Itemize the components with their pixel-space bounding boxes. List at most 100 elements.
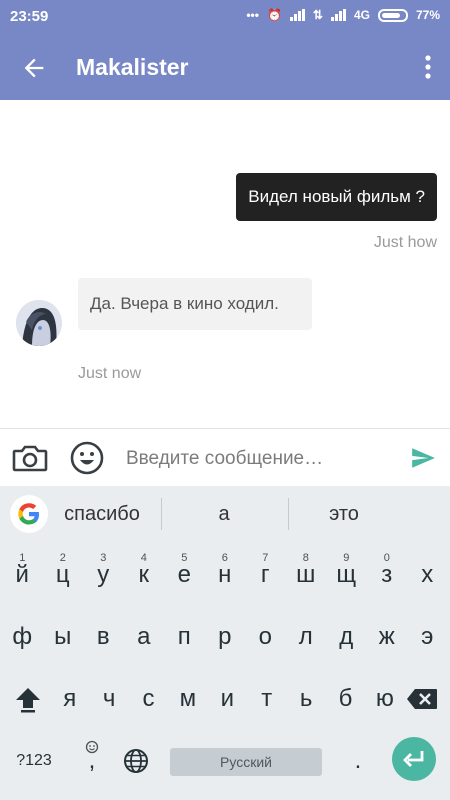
enter-icon <box>403 751 424 767</box>
key[interactable]: т <box>247 672 286 726</box>
key[interactable]: х <box>407 548 448 602</box>
key[interactable]: м <box>168 672 207 726</box>
key[interactable]: ы <box>43 610 84 664</box>
key-hint: 1 <box>19 552 26 564</box>
key[interactable]: в <box>83 610 124 664</box>
key[interactable]: и <box>208 672 247 726</box>
key[interactable]: й1 <box>2 548 43 602</box>
key[interactable]: у3 <box>83 548 124 602</box>
key-hint: 4 <box>140 552 147 564</box>
key-label: ш <box>296 561 316 588</box>
key-hint: 7 <box>262 552 269 564</box>
key-label: д <box>339 623 354 650</box>
key[interactable]: б <box>326 672 365 726</box>
key-hint: 8 <box>302 552 309 564</box>
key-label: ц <box>55 561 70 588</box>
key[interactable]: н6 <box>205 548 246 602</box>
key[interactable]: е5 <box>164 548 205 602</box>
suggestion-2[interactable]: а <box>164 503 284 526</box>
key-label: н <box>218 561 232 588</box>
camera-icon[interactable] <box>12 443 48 473</box>
key-label: л <box>298 623 313 650</box>
key[interactable]: а <box>124 610 165 664</box>
key-label: ю <box>375 685 394 712</box>
status-icons: ••• ⏰ ⇅ 4G 77% <box>246 8 440 22</box>
avatar[interactable] <box>16 300 62 346</box>
key[interactable]: д <box>326 610 367 664</box>
key[interactable]: ц2 <box>43 548 84 602</box>
shift-key[interactable] <box>6 672 50 726</box>
google-logo <box>18 503 39 525</box>
outgoing-message-bubble[interactable]: Видел новый фильм ? <box>236 173 437 221</box>
symbols-key[interactable]: ?123 <box>6 734 62 788</box>
suggestion-1[interactable]: спасибо <box>42 503 162 526</box>
backspace-key[interactable] <box>400 672 444 726</box>
key-label: я <box>63 685 77 712</box>
data-arrows-icon: ⇅ <box>312 8 323 22</box>
arrow-left-icon[interactable] <box>20 54 48 82</box>
key[interactable]: щ9 <box>326 548 367 602</box>
key-label: ф <box>12 623 33 650</box>
incoming-message-bubble[interactable]: Да. Вчера в кино ходил. <box>78 278 312 330</box>
message-input[interactable] <box>126 447 386 471</box>
period-key[interactable]: . <box>340 734 376 788</box>
key[interactable]: ь <box>286 672 325 726</box>
key-row-3: ячсмитьбю <box>0 672 450 726</box>
key-row-1: й1ц2у3к4е5н6г7ш8щ9з0х <box>0 548 450 602</box>
more-vert-icon[interactable] <box>420 54 436 80</box>
key[interactable]: р <box>205 610 246 664</box>
key[interactable]: п <box>164 610 205 664</box>
key[interactable]: я <box>50 672 89 726</box>
key-label: з <box>381 561 393 588</box>
key[interactable]: о <box>245 610 286 664</box>
key-label: т <box>261 685 273 712</box>
message-list[interactable]: Видел новый фильм ? Just how Да. Вчера в… <box>0 100 450 428</box>
key-label: о <box>258 623 272 650</box>
key[interactable]: ю <box>365 672 404 726</box>
key[interactable]: э <box>407 610 448 664</box>
key-label: к <box>138 561 150 588</box>
suggestion-3[interactable]: это <box>284 503 404 526</box>
key-label: р <box>218 623 232 650</box>
incoming-message-time: Just now <box>78 365 142 382</box>
signal-icon-2 <box>330 9 346 21</box>
status-time: 23:59 <box>10 8 49 25</box>
key[interactable]: с <box>129 672 168 726</box>
language-key[interactable] <box>118 734 154 788</box>
key[interactable]: ч <box>89 672 128 726</box>
key-hint: 5 <box>181 552 188 564</box>
key-label: б <box>338 685 353 712</box>
key[interactable]: л <box>286 610 327 664</box>
outgoing-message-time: Just how <box>373 234 437 251</box>
emoji-small-icon <box>85 740 99 754</box>
avatar-image <box>16 300 62 346</box>
key-hint: 3 <box>100 552 107 564</box>
key[interactable]: к4 <box>124 548 165 602</box>
key-label: э <box>421 623 434 650</box>
key[interactable]: ж <box>367 610 408 664</box>
comma-key[interactable]: , <box>70 734 114 788</box>
enter-key[interactable] <box>392 737 436 781</box>
shift-icon <box>16 688 40 713</box>
chat-title: Makalister <box>76 54 189 80</box>
key[interactable]: ш8 <box>286 548 327 602</box>
key[interactable]: ф <box>2 610 43 664</box>
space-key[interactable]: Русский <box>170 748 322 776</box>
emoji-icon[interactable] <box>70 441 104 475</box>
alarm-off-icon: ⏰ <box>266 8 282 22</box>
battery-icon <box>377 8 408 22</box>
status-bar: 23:59 ••• ⏰ ⇅ 4G 77% <box>0 0 450 34</box>
key-label: у <box>97 561 110 588</box>
app-bar: Makalister <box>0 34 450 100</box>
backspace-icon <box>407 689 437 709</box>
soft-keyboard: спасибо а это й1ц2у3к4е5н6г7ш8щ9з0х фыва… <box>0 486 450 800</box>
suggestion-divider <box>161 498 162 530</box>
send-icon[interactable] <box>410 445 436 471</box>
key-hint: 9 <box>343 552 350 564</box>
key[interactable]: г7 <box>245 548 286 602</box>
dots-icon: ••• <box>246 8 259 22</box>
signal-icon <box>289 9 305 21</box>
key-row-2: фывапролджэ <box>0 610 450 664</box>
key-label: в <box>96 623 110 650</box>
key[interactable]: з0 <box>367 548 408 602</box>
